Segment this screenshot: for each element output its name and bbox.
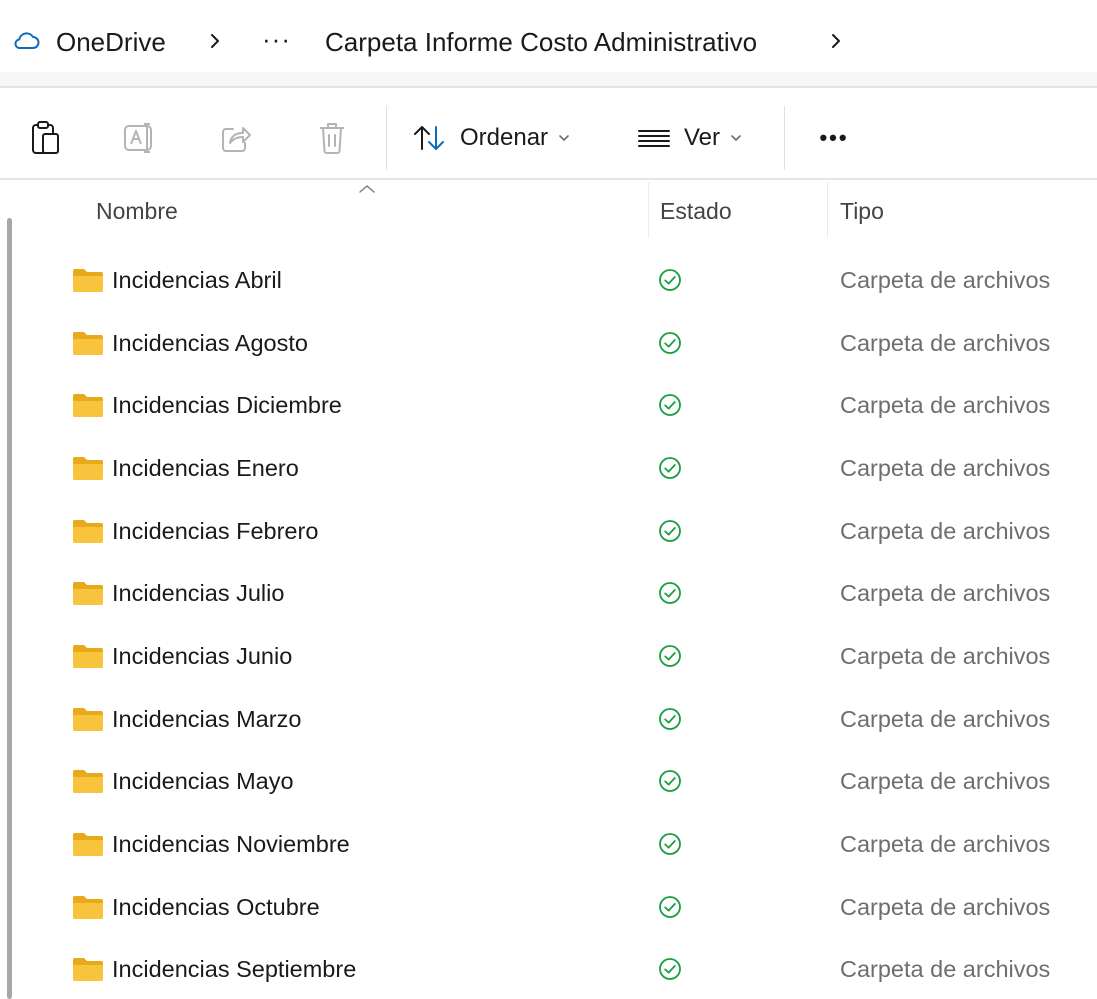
column-resize-handle[interactable]	[648, 182, 649, 238]
folder-icon	[73, 457, 103, 480]
share-button[interactable]	[212, 116, 260, 160]
list-item[interactable]: Incidencias Septiembre Carpeta de archiv…	[32, 938, 1097, 999]
sync-ok-icon	[659, 770, 681, 792]
sync-ok-icon	[659, 394, 681, 416]
file-name: Incidencias Noviembre	[112, 831, 350, 857]
file-name: Incidencias Febrero	[112, 518, 319, 544]
file-name: Incidencias Enero	[112, 455, 299, 481]
sort-label: Ordenar	[460, 124, 549, 151]
folder-icon	[73, 332, 103, 355]
command-divider	[386, 106, 387, 170]
file-type: Carpeta de archivos	[840, 518, 1051, 544]
chevron-right-icon[interactable]	[208, 32, 222, 50]
delete-button[interactable]	[308, 116, 356, 160]
file-name: Incidencias Septiembre	[112, 956, 357, 982]
command-divider	[784, 106, 785, 170]
address-bar[interactable]: OneDrive ··· Carpeta Informe Costo Admin…	[0, 0, 1097, 88]
file-type: Carpeta de archivos	[840, 706, 1051, 732]
file-type: Carpeta de archivos	[840, 831, 1051, 857]
view-button[interactable]: Ver	[636, 116, 742, 160]
folder-icon	[73, 770, 103, 793]
list-item[interactable]: Incidencias Enero Carpeta de archivos	[32, 437, 1097, 499]
sort-icon	[414, 126, 444, 150]
file-name: Incidencias Julio	[112, 580, 285, 606]
file-type: Carpeta de archivos	[840, 768, 1051, 794]
folder-icon	[73, 645, 103, 668]
sync-ok-icon	[659, 520, 681, 542]
scrollbar-thumb[interactable]	[7, 218, 12, 999]
file-type: Carpeta de archivos	[840, 894, 1051, 920]
breadcrumb-overflow-button[interactable]: ···	[262, 24, 291, 60]
cloud-icon	[14, 32, 40, 49]
view-label: Ver	[684, 124, 721, 151]
column-resize-handle[interactable]	[827, 182, 828, 238]
list-item[interactable]: Incidencias Abril Carpeta de archivos	[32, 249, 1097, 311]
file-explorer-window: OneDrive ··· Carpeta Informe Costo Admin…	[0, 0, 1097, 999]
folder-icon	[73, 269, 103, 292]
folder-icon	[73, 896, 103, 919]
list-item[interactable]: Incidencias Octubre Carpeta de archivos	[32, 876, 1097, 938]
file-type: Carpeta de archivos	[840, 267, 1051, 293]
list-item[interactable]: Incidencias Noviembre Carpeta de archivo…	[32, 813, 1097, 875]
command-bar: Ordenar Ver •••	[0, 90, 1097, 180]
column-header-type[interactable]: Tipo	[840, 196, 884, 226]
column-header-name[interactable]: Nombre	[96, 196, 178, 226]
list-item[interactable]: Incidencias Agosto Carpeta de archivos	[32, 312, 1097, 374]
folder-icon	[73, 833, 103, 856]
folder-icon	[73, 520, 103, 543]
sync-ok-icon	[659, 708, 681, 730]
chevron-right-icon[interactable]	[829, 32, 843, 50]
file-name: Incidencias Abril	[112, 267, 282, 293]
file-name: Incidencias Mayo	[112, 768, 294, 794]
sync-ok-icon	[659, 332, 681, 354]
chevron-down-icon	[559, 135, 569, 141]
view-icon	[638, 130, 670, 147]
file-type: Carpeta de archivos	[840, 580, 1051, 606]
file-type: Carpeta de archivos	[840, 330, 1051, 356]
paste-button[interactable]	[22, 116, 70, 160]
delete-icon	[320, 123, 344, 154]
address-bar-bottom-band	[0, 72, 1097, 88]
file-name: Incidencias Octubre	[112, 894, 320, 920]
sync-ok-icon	[659, 833, 681, 855]
file-type: Carpeta de archivos	[840, 956, 1051, 982]
sort-button[interactable]: Ordenar	[412, 116, 570, 160]
sync-ok-icon	[659, 958, 681, 980]
navigation-pane-edge	[0, 182, 32, 999]
file-name: Incidencias Agosto	[112, 330, 308, 356]
rename-button[interactable]	[116, 116, 164, 160]
sync-ok-icon	[659, 645, 681, 667]
file-type: Carpeta de archivos	[840, 643, 1051, 669]
file-type: Carpeta de archivos	[840, 455, 1051, 481]
folder-icon	[73, 394, 103, 417]
column-header-row: Nombre Estado Tipo	[32, 182, 1097, 242]
folder-icon	[73, 958, 103, 981]
file-type: Carpeta de archivos	[840, 392, 1051, 418]
list-item[interactable]: Incidencias Febrero Carpeta de archivos	[32, 500, 1097, 562]
sync-ok-icon	[659, 582, 681, 604]
list-item[interactable]: Incidencias Julio Carpeta de archivos	[32, 562, 1097, 624]
sync-ok-icon	[659, 457, 681, 479]
rename-icon	[124, 123, 152, 153]
column-header-status[interactable]: Estado	[660, 196, 732, 226]
sort-ascending-icon	[359, 185, 375, 193]
folder-icon	[73, 708, 103, 731]
chevron-down-icon	[731, 135, 741, 141]
list-item[interactable]: Incidencias Junio Carpeta de archivos	[32, 625, 1097, 687]
list-item[interactable]: Incidencias Diciembre Carpeta de archivo…	[32, 374, 1097, 436]
file-name: Incidencias Marzo	[112, 706, 302, 732]
sync-ok-icon	[659, 269, 681, 291]
share-icon	[222, 127, 251, 152]
paste-icon	[32, 121, 59, 154]
breadcrumb-current-folder[interactable]: Carpeta Informe Costo Administrativo	[325, 24, 757, 60]
breadcrumb-onedrive[interactable]: OneDrive	[56, 24, 166, 60]
sync-ok-icon	[659, 896, 681, 918]
more-options-button[interactable]: •••	[810, 116, 858, 160]
file-name: Incidencias Junio	[112, 643, 293, 669]
list-item[interactable]: Incidencias Marzo Carpeta de archivos	[32, 688, 1097, 750]
folder-icon	[73, 582, 103, 605]
file-name: Incidencias Diciembre	[112, 392, 342, 418]
list-item[interactable]: Incidencias Mayo Carpeta de archivos	[32, 750, 1097, 812]
